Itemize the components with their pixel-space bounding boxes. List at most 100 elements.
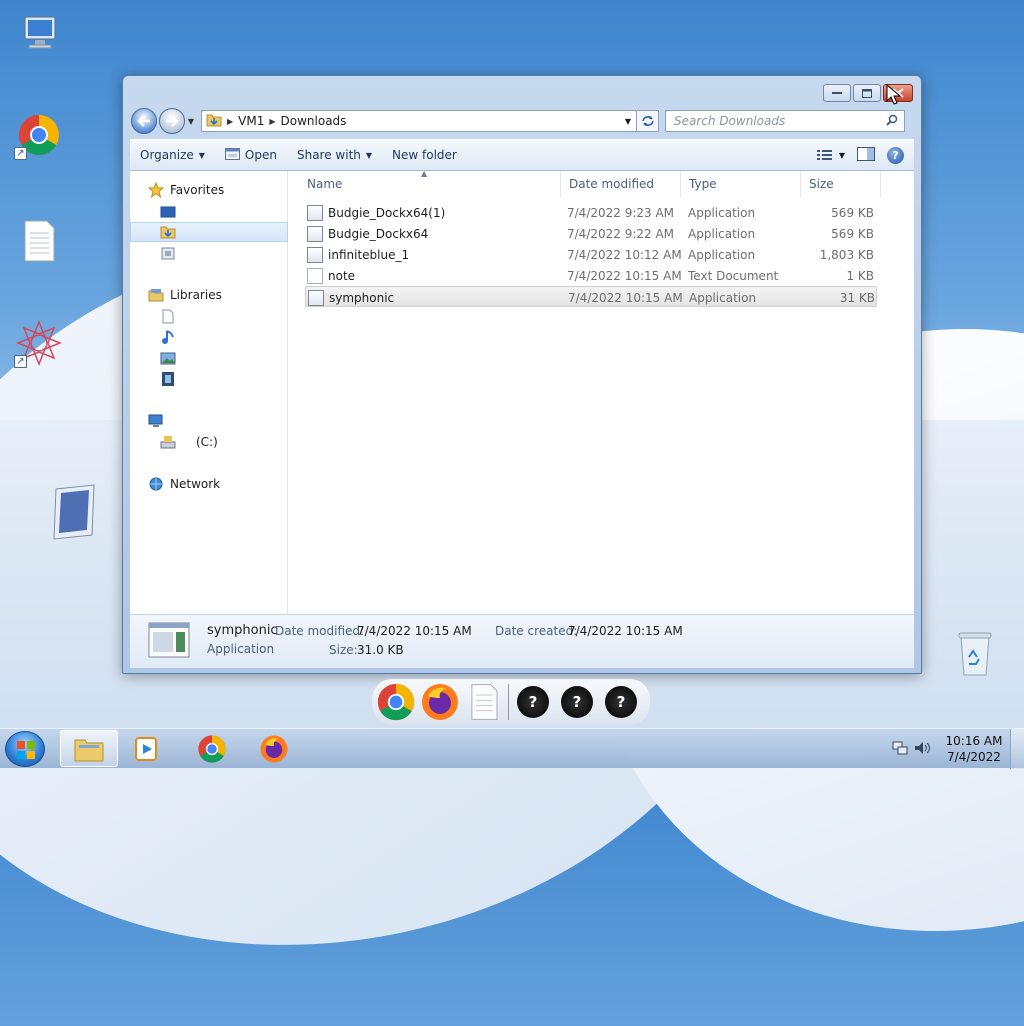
recent-pages-dropdown-icon[interactable]: ▼ [185, 117, 197, 126]
explorer-window: ▼ ▶ VM1 ▶ Downloads ▼ Search Downloads O… [122, 75, 922, 674]
notepad-icon[interactable] [462, 680, 506, 724]
minimize-button[interactable] [823, 84, 851, 102]
taskbar-firefox-button[interactable] [245, 730, 303, 767]
desktop-icon [160, 204, 176, 220]
sort-ascending-icon: ▲ [421, 169, 428, 178]
file-date: 7/4/2022 10:15 AM [567, 268, 682, 283]
breadcrumb-vm1[interactable]: VM1 [238, 114, 264, 128]
nav-pictures[interactable] [130, 348, 288, 368]
clock[interactable]: 10:16 AM 7/4/2022 [938, 733, 1010, 765]
application-icon [308, 289, 324, 306]
taskbar-explorer-button[interactable] [60, 730, 118, 767]
explorer-content: Favorites Libraries (C:) Network Name ▲ … [130, 169, 914, 614]
address-history-dropdown-icon[interactable]: ▼ [620, 117, 636, 126]
unknown-app-icon[interactable]: ? [511, 680, 555, 724]
search-placeholder: Search Downloads [674, 114, 786, 128]
nav-drive-c[interactable]: (C:) [130, 432, 288, 452]
breadcrumb-separator-icon[interactable]: ▶ [227, 117, 233, 126]
clock-time: 10:16 AM [945, 734, 1003, 748]
details-date-modified: 7/4/2022 10:15 AM [357, 624, 472, 638]
taskbar-media-player-button[interactable] [118, 730, 176, 767]
file-name-cell: Budgie_Dockx64 [307, 223, 428, 244]
nav-computer[interactable] [130, 411, 288, 431]
file-row[interactable]: note 7/4/2022 10:15 AM Text Document 1 K… [305, 265, 877, 286]
show-desktop-button[interactable] [1010, 729, 1024, 769]
command-bar: Organize ▼ Open Share with ▼ New folder ▼ … [130, 139, 914, 171]
nav-documents[interactable] [130, 306, 288, 326]
taskbar: 10:16 AM 7/4/2022 [0, 728, 1024, 769]
open-button[interactable]: Open [215, 143, 287, 167]
file-type: Application [688, 226, 756, 241]
downloads-folder-icon [206, 113, 222, 130]
selected-file-large-icon [148, 622, 190, 661]
file-type: Application [688, 247, 756, 262]
shortcut-arrow-icon: ↗ [14, 355, 27, 368]
nav-favorites[interactable]: Favorites [130, 180, 288, 200]
navigation-bar: ▼ ▶ VM1 ▶ Downloads ▼ Search Downloads [131, 106, 913, 136]
unknown-app-icon[interactable]: ? [599, 680, 643, 724]
file-size: 1 KB [846, 268, 874, 283]
downloads-folder-icon [160, 224, 176, 240]
address-bar[interactable]: ▶ VM1 ▶ Downloads ▼ [201, 110, 637, 132]
file-row[interactable]: Budgie_Dockx64 7/4/2022 9:22 AM Applicat… [305, 223, 877, 244]
new-folder-button[interactable]: New folder [382, 143, 467, 167]
start-button[interactable] [5, 731, 45, 767]
column-header-size[interactable]: Size [801, 171, 881, 197]
application-icon [307, 204, 323, 221]
recycle-bin-icon[interactable] [950, 628, 1000, 678]
nav-desktop[interactable] [130, 202, 288, 222]
mandala-app-shortcut-icon[interactable]: ↗ [14, 318, 64, 368]
nav-network-label: Network [170, 477, 221, 491]
nav-videos[interactable] [130, 369, 288, 389]
organize-button[interactable]: Organize ▼ [130, 143, 215, 167]
unknown-app-icon[interactable]: ? [555, 680, 599, 724]
nav-drive-c-label: (C:) [196, 435, 218, 449]
nav-downloads[interactable] [130, 222, 288, 242]
forward-button[interactable] [159, 108, 185, 134]
details-date-created-label: Date created: [495, 624, 578, 638]
column-header-type[interactable]: Type [681, 171, 801, 197]
nav-favorites-label: Favorites [170, 183, 225, 197]
file-type: Text Document [688, 268, 779, 283]
breadcrumb-separator-icon[interactable]: ▶ [269, 117, 275, 126]
refresh-button[interactable] [637, 110, 659, 132]
window-frame-desktop-icon[interactable] [48, 482, 100, 542]
organize-label: Organize [140, 148, 194, 162]
share-with-button[interactable]: Share with ▼ [287, 143, 382, 167]
file-name: Budgie_Dockx64(1) [328, 205, 446, 220]
change-view-button[interactable]: ▼ [816, 149, 845, 161]
column-name-label: Name [307, 177, 343, 191]
nav-network[interactable]: Network [130, 474, 288, 494]
nav-libraries[interactable]: Libraries [130, 285, 288, 305]
computer-desktop-icon[interactable] [14, 8, 64, 58]
chevron-down-icon: ▼ [365, 150, 373, 160]
firefox-icon[interactable] [418, 680, 462, 724]
volume-tray-icon[interactable] [914, 741, 932, 758]
nav-recent-places[interactable] [130, 244, 288, 264]
file-row[interactable]: Budgie_Dockx64(1) 7/4/2022 9:23 AM Appli… [305, 202, 877, 223]
search-icon[interactable] [886, 114, 904, 129]
chevron-down-icon: ▼ [198, 150, 205, 160]
taskbar-chrome-button[interactable] [183, 730, 241, 767]
file-row-selected[interactable]: symphonic 7/4/2022 10:15 AM Application … [305, 286, 877, 307]
back-button[interactable] [131, 108, 157, 134]
help-icon[interactable]: ? [887, 146, 904, 164]
file-name-cell: infiniteblue_1 [307, 244, 409, 265]
preview-pane-button[interactable] [857, 146, 875, 164]
column-header-date[interactable]: Date modified [561, 171, 681, 197]
file-list: Name ▲ Date modified Type Size Budgie_Do… [289, 169, 914, 614]
maximize-button[interactable] [853, 84, 881, 102]
nav-music[interactable] [130, 327, 288, 347]
file-name-cell: note [307, 265, 355, 286]
file-name: Budgie_Dockx64 [328, 226, 429, 241]
file-row[interactable]: infiniteblue_1 7/4/2022 10:12 AM Applica… [305, 244, 877, 265]
pictures-icon [160, 350, 176, 366]
chrome-shortcut-icon[interactable]: ↗ [14, 110, 64, 160]
network-tray-icon[interactable] [892, 741, 908, 758]
text-document-desktop-icon[interactable] [14, 216, 64, 266]
new-folder-label: New folder [392, 148, 457, 162]
column-header-name[interactable]: Name ▲ [299, 169, 561, 197]
search-box[interactable]: Search Downloads [665, 110, 905, 132]
chrome-icon[interactable] [374, 680, 418, 724]
breadcrumb-downloads[interactable]: Downloads [281, 114, 347, 128]
